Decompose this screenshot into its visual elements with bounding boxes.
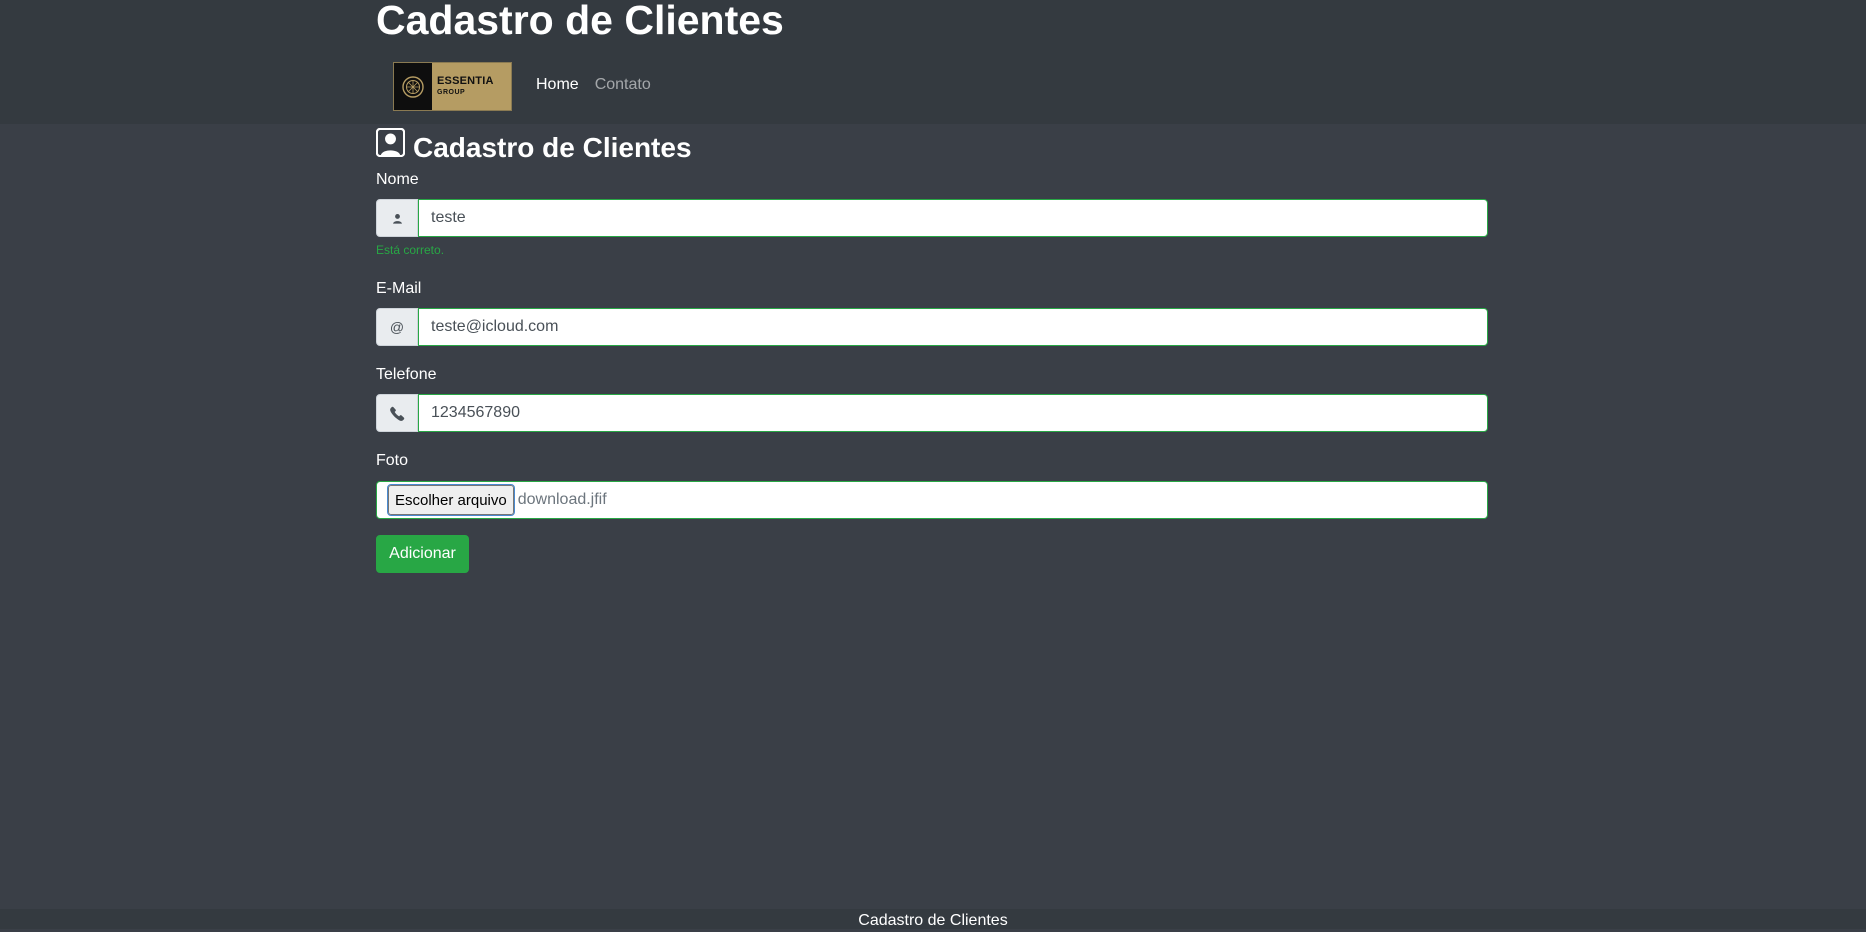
- site-footer: Cadastro de Clientes: [0, 909, 1866, 929]
- selected-file-name: download.jfif: [517, 491, 607, 508]
- logo-text: ESSENTIA GROUP: [432, 63, 511, 110]
- logo-emblem-icon: [394, 63, 432, 110]
- person-icon: [376, 199, 418, 237]
- nome-label: Nome: [376, 171, 419, 188]
- person-square-icon: [375, 127, 406, 167]
- foto-label: Foto: [376, 452, 409, 469]
- add-button[interactable]: Adicionar: [376, 535, 469, 573]
- nome-valid-feedback: Está correto.: [376, 243, 445, 257]
- email-input[interactable]: [418, 308, 1488, 346]
- essentia-logo[interactable]: ESSENTIA GROUP: [393, 62, 512, 111]
- footer-text: Cadastro de Clientes: [858, 912, 1008, 929]
- page-title: Cadastro de Clientes: [375, 127, 692, 167]
- phone-icon: [376, 394, 418, 432]
- nav-links: Home Contato: [536, 76, 651, 94]
- at-sign-icon: @: [376, 308, 418, 346]
- page-title-text: Cadastro de Clientes: [413, 131, 692, 163]
- email-label: E-Mail: [376, 280, 422, 297]
- site-title: Cadastro de Clientes: [376, 0, 784, 43]
- nome-input[interactable]: [418, 199, 1488, 237]
- nome-input-group: [376, 199, 1488, 237]
- telefone-label: Telefone: [376, 366, 437, 383]
- logo-name: ESSENTIA: [437, 74, 494, 87]
- logo-sub: GROUP: [437, 88, 466, 96]
- telefone-input[interactable]: [418, 394, 1488, 432]
- telefone-input-group: [376, 394, 1488, 432]
- nav-home-link[interactable]: Home: [536, 76, 579, 94]
- choose-file-button[interactable]: Escolher arquivo: [387, 484, 515, 516]
- site-header: Cadastro de Clientes ESSENTIA GROUP Home…: [0, 0, 1866, 124]
- foto-file-input[interactable]: Escolher arquivo download.jfif: [376, 481, 1488, 519]
- nav-contato-link[interactable]: Contato: [595, 76, 651, 94]
- email-input-group: @: [376, 308, 1488, 346]
